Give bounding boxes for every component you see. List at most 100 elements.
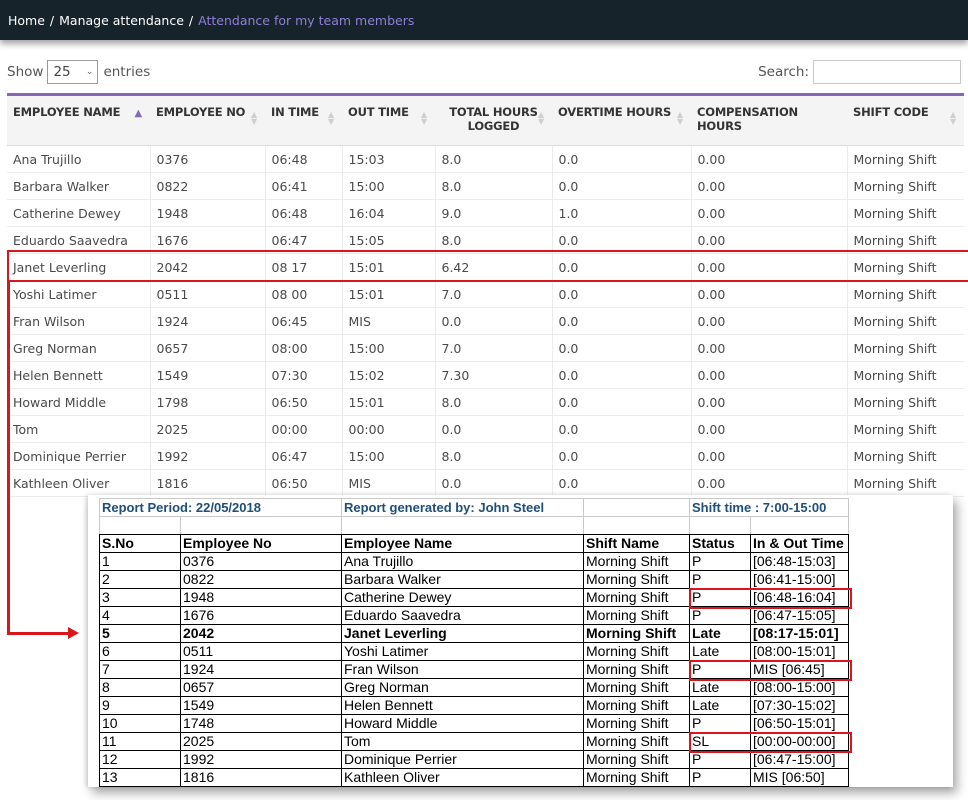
search-input[interactable] <box>813 60 961 84</box>
cell-shift-code: Morning Shift <box>847 334 964 362</box>
cell-in-time: 00:00 <box>265 415 343 443</box>
report-cell-employee-name: Tom <box>341 732 584 751</box>
report-row: 12 1992 Dominique Perrier Morning Shift P [06… <box>99 750 849 769</box>
cell-compensation-hours: 0.00 <box>691 361 848 389</box>
table-row[interactable]: Janet Leverling 2042 08 17 15:01 6.42 0.0 0.00… <box>7 253 964 281</box>
report-row: 11 2025 Tom Morning Shift SL [00:00-00:00] <box>99 732 849 751</box>
table-row[interactable]: Dominique Perrier 1992 06:47 15:00 8.0 0.0 0.0… <box>7 442 964 470</box>
column-header-shift-code[interactable]: SHIFT CODE ▲ ▼ <box>847 94 964 146</box>
cell-shift-code: Morning Shift <box>847 361 964 389</box>
sort-icon: ▲ ▼ <box>421 110 427 126</box>
column-header-in-time[interactable]: IN TIME ▲ ▼ <box>265 94 342 146</box>
column-header-total-hours[interactable]: TOTAL HOURS LOGGED ▲ ▼ <box>435 94 552 146</box>
report-cell-employee-no: 1748 <box>180 714 342 733</box>
cell-employee-no: 0657 <box>150 334 266 362</box>
cell-in-time: 08:00 <box>265 334 343 362</box>
cell-employee-name: Fran Wilson <box>7 307 151 335</box>
table-row[interactable]: Helen Bennett 1549 07:30 15:02 7.30 0.0 0.00 Mo… <box>7 361 964 389</box>
sort-icon: ▲ ▼ <box>328 110 334 126</box>
report-cell-employee-name: Barbara Walker <box>341 570 584 589</box>
report-cell-employee-no: 0822 <box>180 570 342 589</box>
report-col-in-out-time: In & Out Time <box>750 534 849 553</box>
cell-overtime-hours: 0.0 <box>552 361 692 389</box>
cell-total-hours: 7.30 <box>435 361 553 389</box>
cell-total-hours: 9.0 <box>435 199 553 227</box>
cell-employee-no: 1798 <box>150 388 266 416</box>
cell-shift-code: Morning Shift <box>847 253 964 281</box>
table-row[interactable]: Eduardo Saavedra 1676 06:47 15:05 8.0 0.0 0.00… <box>7 226 964 254</box>
report-cell-status: SL <box>689 732 751 751</box>
table-row[interactable]: Howard Middle 1798 06:50 15:01 8.0 0.0 0.00 Mor… <box>7 388 964 416</box>
table-row[interactable]: Yoshi Latimer 0511 08 00 15:01 7.0 0.0 0.00 Mor… <box>7 280 964 308</box>
column-header-employee-name[interactable]: EMPLOYEE NAME ▲ <box>7 94 150 146</box>
report-cell-in-out-time: MIS [06:50] <box>750 768 849 787</box>
cell-total-hours: 0.0 <box>435 307 553 335</box>
report-cell-sno: 13 <box>99 768 181 787</box>
table-row[interactable]: Kathleen Oliver 1816 06:50 MIS 0.0 0.0 0.00 Mor… <box>7 469 964 497</box>
cell-in-time: 06:41 <box>265 172 343 200</box>
cell-in-time: 06:45 <box>265 307 343 335</box>
cell-shift-code: Morning Shift <box>847 442 964 470</box>
report-col-status: Status <box>689 534 751 553</box>
cell-overtime-hours: 0.0 <box>552 334 692 362</box>
cell-employee-no: 0376 <box>150 145 266 173</box>
column-header-out-time[interactable]: OUT TIME ▲ ▼ <box>342 94 435 146</box>
report-cell-employee-no: 0376 <box>180 552 342 571</box>
report-cell-shift-name: Morning Shift <box>583 588 690 607</box>
report-cell-employee-no: 0511 <box>180 642 342 661</box>
cell-employee-name: Ana Trujillo <box>7 145 151 173</box>
cell-compensation-hours: 0.00 <box>691 334 848 362</box>
report-cell-in-out-time: [08:00-15:01] <box>750 642 849 661</box>
report-cell-status: P <box>689 750 751 769</box>
sort-icon: ▲ ▼ <box>251 110 257 126</box>
cell-in-time: 06:50 <box>265 469 343 497</box>
report-cell-in-out-time: [06:47-15:05] <box>750 606 849 625</box>
table-row[interactable]: Tom 2025 00:00 00:00 0.0 0.0 0.00 Morning Shift <box>7 415 964 443</box>
report-cell-employee-no: 1816 <box>180 768 342 787</box>
cell-employee-no: 2025 <box>150 415 266 443</box>
cell-compensation-hours: 0.00 <box>691 199 848 227</box>
report-cell-sno: 4 <box>99 606 181 625</box>
attendance-table-container: EMPLOYEE NAME ▲ EMPLOYEE NO ▲ ▼ IN TIME ▲ ▼ O… <box>7 93 964 497</box>
cell-employee-no: 1924 <box>150 307 266 335</box>
report-cell-shift-name: Morning Shift <box>583 750 690 769</box>
report-cell-in-out-time: [00:00-00:00] <box>750 732 849 751</box>
cell-in-time: 06:47 <box>265 226 343 254</box>
cell-in-time: 06:48 <box>265 199 343 227</box>
sort-ascending-icon: ▲ <box>134 108 143 119</box>
column-header-employee-no[interactable]: EMPLOYEE NO ▲ ▼ <box>150 94 265 146</box>
cell-overtime-hours: 0.0 <box>552 253 692 281</box>
cell-employee-name: Greg Norman <box>7 334 151 362</box>
table-row[interactable]: Greg Norman 0657 08:00 15:00 7.0 0.0 0.00 Morni… <box>7 334 964 362</box>
table-row[interactable]: Ana Trujillo 0376 06:48 15:03 8.0 0.0 0.00 Morn… <box>7 145 964 173</box>
report-cell-status: P <box>689 714 751 733</box>
cell-out-time: 15:00 <box>342 172 436 200</box>
column-header-overtime-hours[interactable]: OVERTIME HOURS ▲ ▼ <box>552 94 691 146</box>
cell-shift-code: Morning Shift <box>847 199 964 227</box>
table-row[interactable]: Catherine Dewey 1948 06:48 16:04 9.0 1.0 0.00 M… <box>7 199 964 227</box>
cell-overtime-hours: 1.0 <box>552 199 692 227</box>
breadcrumb-home[interactable]: Home <box>8 13 45 28</box>
report-cell-in-out-time: [07:30-15:02] <box>750 696 849 715</box>
report-cell-employee-name: Kathleen Oliver <box>341 768 584 787</box>
cell-in-time: 06:47 <box>265 442 343 470</box>
cell-employee-no: 1549 <box>150 361 266 389</box>
column-header-compensation-hours[interactable]: COMPENSATION HOURS <box>691 94 847 146</box>
cell-out-time: 15:03 <box>342 145 436 173</box>
cell-total-hours: 7.0 <box>435 280 553 308</box>
cell-employee-no: 1816 <box>150 469 266 497</box>
table-row[interactable]: Barbara Walker 0822 06:41 15:00 8.0 0.0 0.00 Mo… <box>7 172 964 200</box>
cell-out-time: MIS <box>342 307 436 335</box>
report-meta-row: Report Period: 22/05/2018 Report generat… <box>99 498 849 517</box>
page-length-select[interactable]: 25 ⌄ <box>47 60 99 84</box>
report-cell-status: Late <box>689 642 751 661</box>
search-control: Search: <box>758 60 961 84</box>
report-cell-status: P <box>689 570 751 589</box>
sort-icon: ▲ ▼ <box>950 110 956 126</box>
report-blank-row <box>99 516 849 535</box>
report-cell-shift-name: Morning Shift <box>583 696 690 715</box>
annotation-connector-line <box>7 282 10 635</box>
cell-in-time: 08 00 <box>265 280 343 308</box>
table-row[interactable]: Fran Wilson 1924 06:45 MIS 0.0 0.0 0.00 Morning… <box>7 307 964 335</box>
breadcrumb-manage-attendance[interactable]: Manage attendance <box>59 13 184 28</box>
